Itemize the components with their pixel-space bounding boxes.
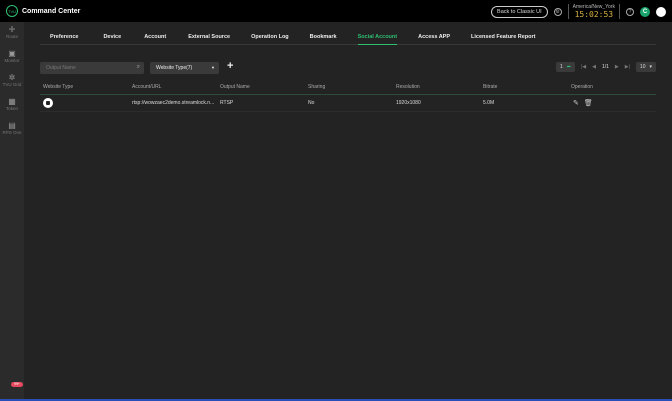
language-icon[interactable] — [656, 6, 666, 17]
website-type-icon — [43, 98, 53, 108]
sidebar-item-token[interactable]: ▦ Token — [0, 94, 24, 118]
pagination: 1 ➦ |◀ ◀ 1/1 ▶ ▶| 10 ▾ — [555, 62, 656, 72]
tab-external-source[interactable]: External Source — [188, 30, 230, 45]
col-bitrate: Bitrate — [483, 84, 498, 90]
page-size: 10 — [639, 64, 646, 70]
sidebar-item-rps-one[interactable]: ▤ RPS One — [0, 118, 24, 142]
chevron-down-icon: ▾ — [649, 64, 652, 70]
tab-device[interactable]: Device — [103, 30, 121, 45]
col-account-url: Account/URL — [132, 84, 162, 90]
account-url: rtsp://wowzaec2demo.streamlock.n... — [132, 100, 215, 106]
website-type-select[interactable]: Website Type(7) ▼ — [150, 62, 219, 74]
search-placeholder: Output Name — [46, 65, 76, 71]
avatar[interactable]: C — [640, 6, 650, 17]
social-account-table: Website Type Account/URL Output Name Sha… — [40, 80, 656, 112]
settings-icon[interactable]: ⚙ — [553, 7, 562, 16]
monitor-icon: ▣ — [8, 49, 16, 58]
col-website-type: Website Type — [43, 84, 74, 90]
col-output-name: Output Name — [220, 84, 250, 90]
page-input[interactable]: 1 — [560, 64, 563, 70]
first-page-icon[interactable]: |◀ — [581, 64, 586, 70]
table-header: Website Type Account/URL Output Name Sha… — [40, 80, 656, 95]
tab-access-app[interactable]: Access APP — [418, 30, 450, 45]
website-type-value: Website Type(7) — [156, 65, 193, 71]
sharing: No — [308, 100, 315, 106]
tab-bar: Preference Device Account External Sourc… — [40, 30, 656, 45]
token-icon: ▦ — [8, 97, 16, 106]
sidebar-label: TVU Grid — [2, 82, 22, 87]
top-bar: TVU Command Center Back to Classic UI ⚙ … — [0, 0, 672, 22]
grid-icon: ✲ — [8, 73, 16, 82]
next-page-icon[interactable]: ▶ — [615, 64, 619, 70]
bitrate: 5.0M — [483, 100, 495, 106]
output-name: RTSP — [220, 100, 234, 106]
sidebar-label: Token — [5, 106, 18, 111]
tab-operation-log[interactable]: Operation Log — [251, 30, 289, 45]
logo: TVU — [6, 5, 18, 17]
tab-bookmark[interactable]: Bookmark — [310, 30, 337, 45]
search-icon[interactable]: ⌕ — [137, 64, 140, 71]
prev-page-icon[interactable]: ◀ — [592, 64, 596, 70]
page-jump[interactable]: 1 ➦ — [555, 62, 575, 72]
tab-account[interactable]: Account — [144, 30, 166, 45]
resolution: 1920x1080 — [396, 100, 421, 106]
route-icon: ✛ — [8, 25, 16, 34]
col-operation: Operation — [571, 84, 593, 90]
table-row[interactable]: rtsp://wowzaec2demo.streamlock.n... RTSP… — [40, 95, 656, 112]
clock: America/New_York 15:02:53 — [567, 4, 620, 19]
sidebar-item-route[interactable]: ✛ Route — [0, 22, 24, 46]
sidebar-item-monitor[interactable]: ▣ Monitor — [0, 46, 24, 70]
search-input[interactable]: Output Name ⌕ — [40, 62, 144, 74]
time: 15:02:53 — [574, 10, 614, 19]
sidebar-label: RPS One — [2, 130, 22, 135]
sidebar-item-tvu-grid[interactable]: ✲ TVU Grid — [0, 70, 24, 94]
page-info: 1/1 — [601, 64, 609, 70]
last-page-icon[interactable]: ▶| — [625, 64, 630, 70]
tab-social-account[interactable]: Social Account — [357, 30, 398, 45]
back-to-classic-button[interactable]: Back to Classic UI — [491, 5, 548, 18]
rps-icon: ▤ — [8, 121, 16, 130]
delete-icon[interactable]: 🗑 — [584, 100, 593, 107]
go-icon[interactable]: ➦ — [567, 64, 571, 70]
sidebar-label: Route — [5, 34, 18, 39]
add-button[interactable]: + — [227, 60, 233, 72]
help-icon[interactable]: ? — [626, 7, 634, 16]
notification-badge[interactable]: 99+ — [11, 382, 23, 387]
tab-preference[interactable]: Preference — [50, 30, 78, 45]
col-resolution: Resolution — [396, 84, 420, 90]
sidebar-label: Monitor — [4, 58, 20, 63]
page-size-select[interactable]: 10 ▾ — [635, 62, 656, 72]
app-title: Command Center — [22, 7, 81, 15]
edit-icon[interactable]: ✎ — [573, 100, 579, 107]
tab-licensed-feature-report[interactable]: Licensed Feature Report — [471, 30, 536, 45]
col-sharing: Sharing — [308, 84, 326, 90]
sidebar: ✛ Route ▣ Monitor ✲ TVU Grid ▦ Token ▤ RPS On… — [0, 22, 24, 399]
chevron-down-icon: ▼ — [211, 65, 215, 70]
